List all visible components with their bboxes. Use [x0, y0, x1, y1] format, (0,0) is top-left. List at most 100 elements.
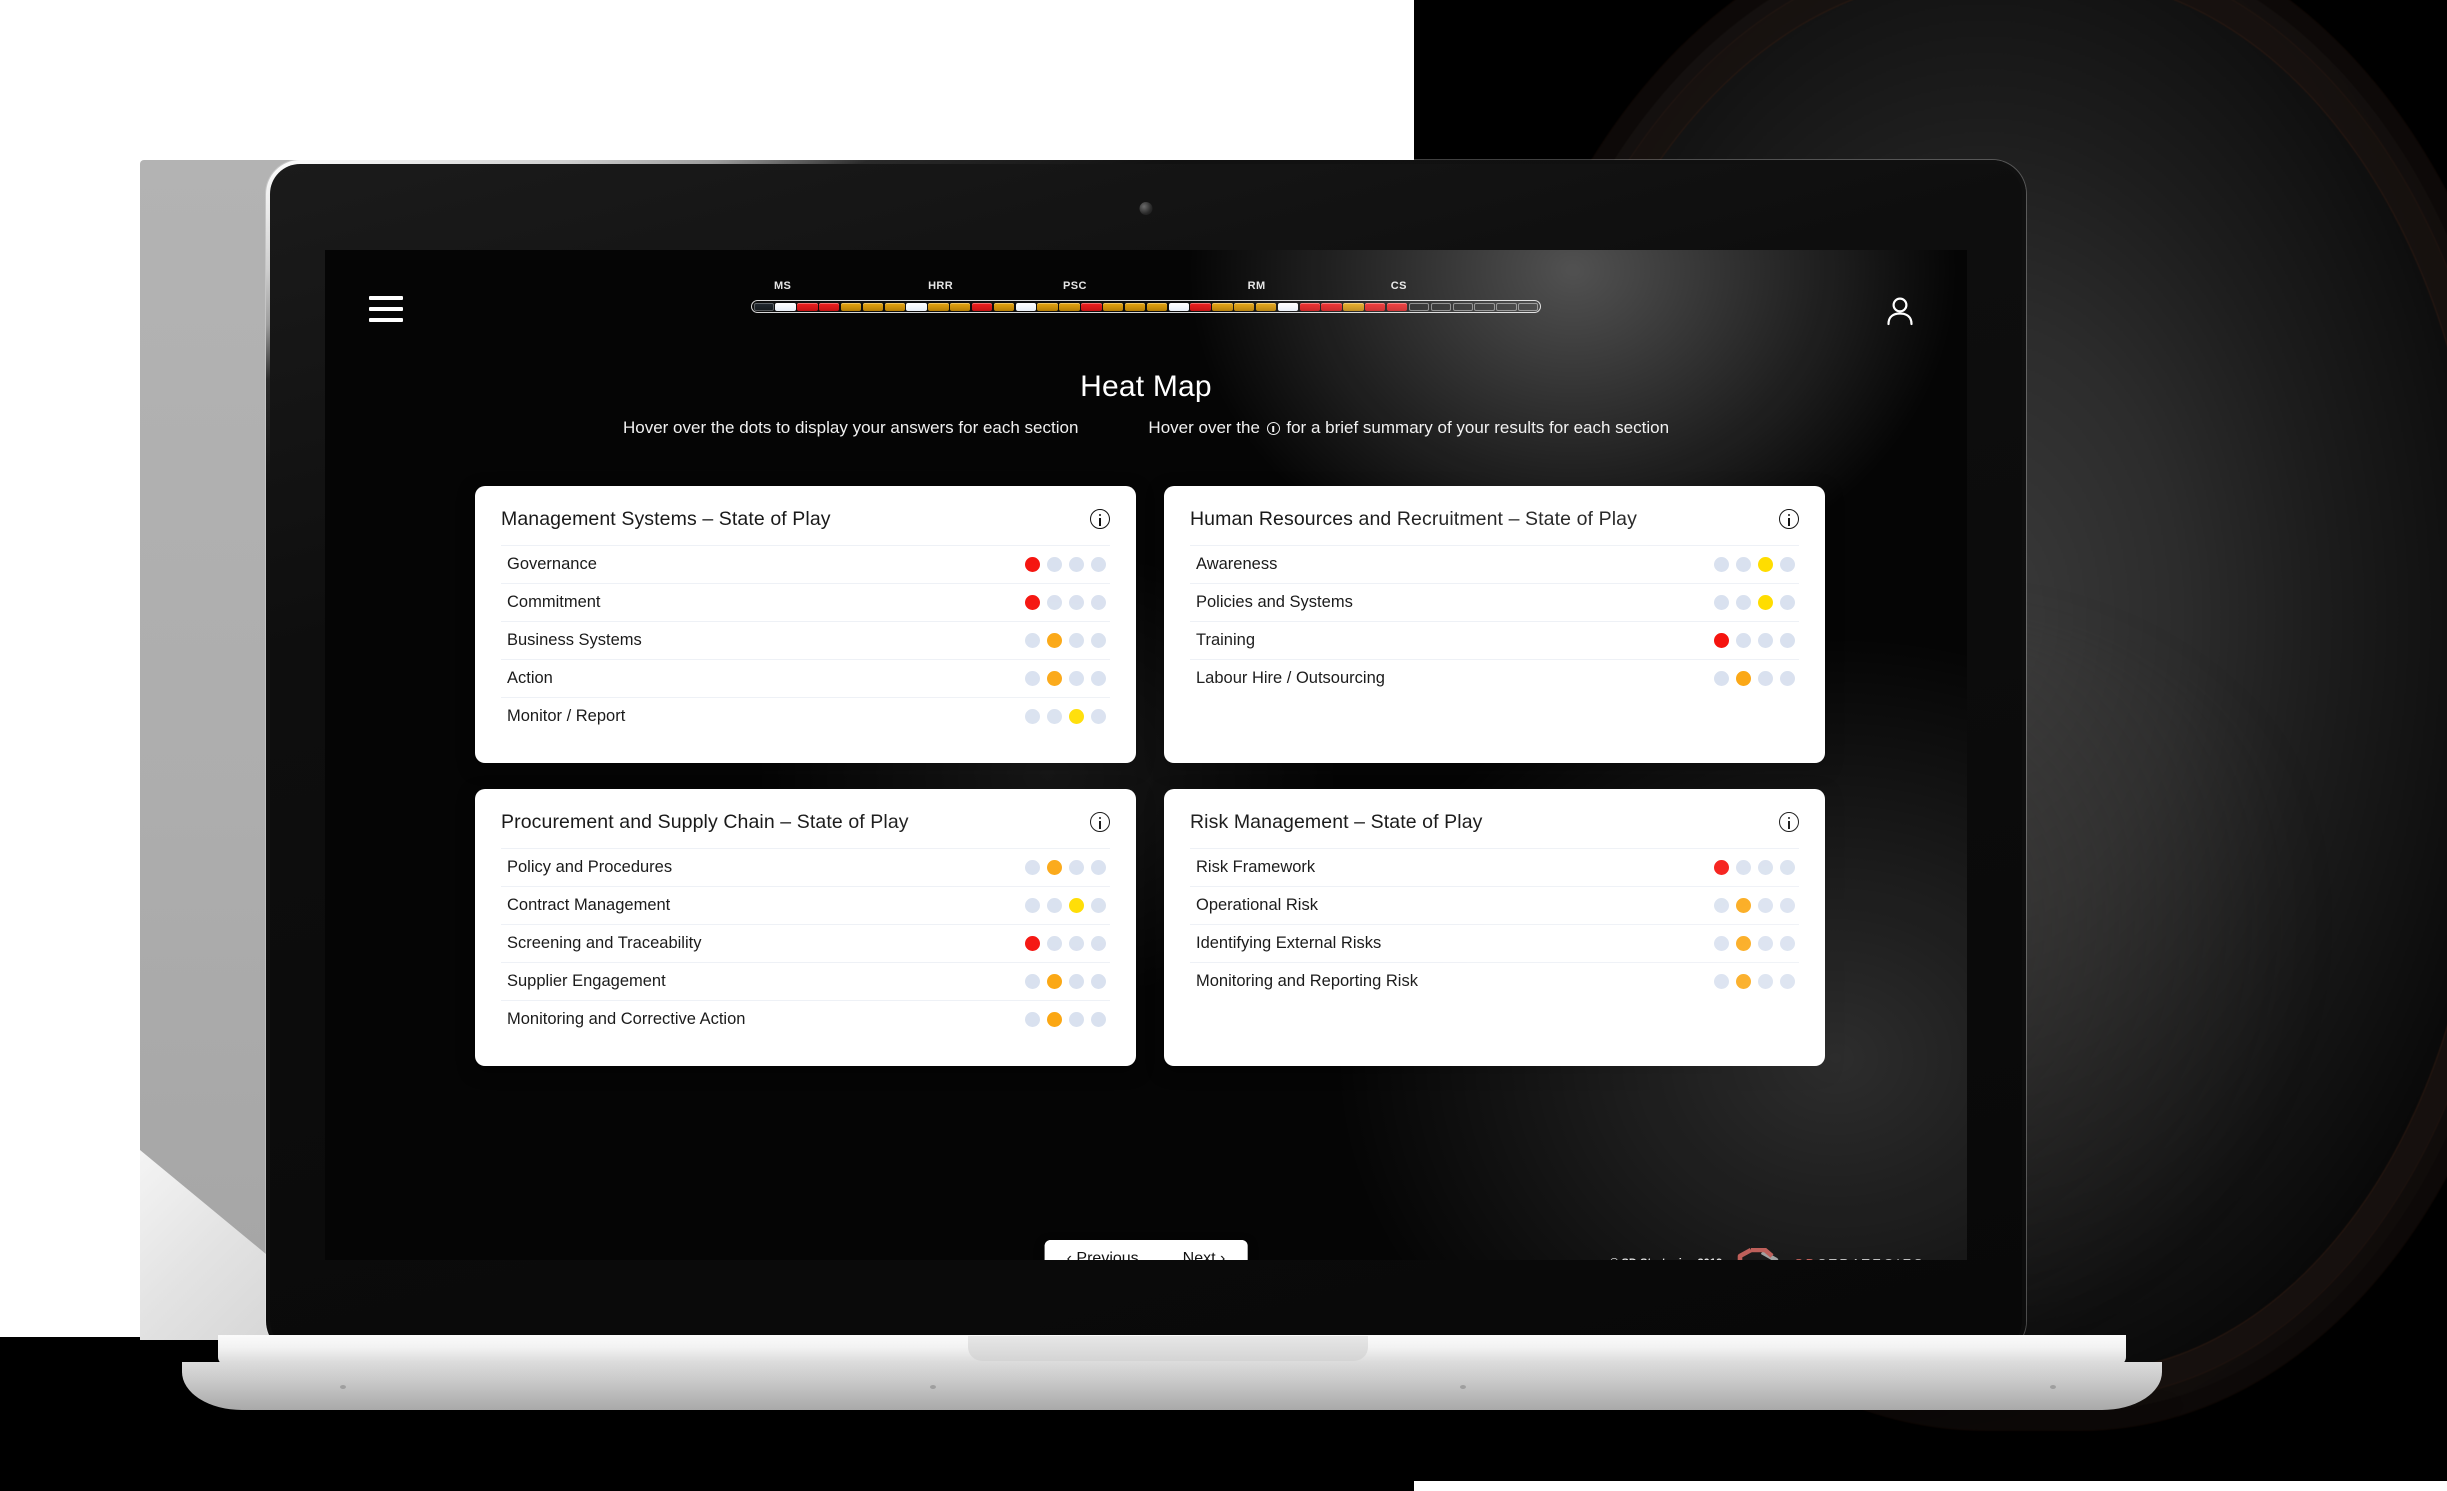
section-progress-bar[interactable]	[751, 300, 1541, 313]
rating-dot-empty[interactable]	[1780, 595, 1795, 610]
rating-dot-empty[interactable]	[1069, 974, 1084, 989]
rating-dot-orange[interactable]	[1736, 936, 1751, 951]
progress-segment[interactable]	[1103, 302, 1124, 311]
progress-segment[interactable]	[1452, 302, 1473, 311]
progress-segment[interactable]	[1234, 302, 1255, 311]
rating-dot-orange[interactable]	[1736, 898, 1751, 913]
rating-dot-empty[interactable]	[1091, 633, 1106, 648]
rating-dot-orange[interactable]	[1736, 974, 1751, 989]
progress-segment[interactable]	[1277, 302, 1299, 311]
rating-dot-empty[interactable]	[1025, 898, 1040, 913]
rating-dot-empty[interactable]	[1780, 898, 1795, 913]
progress-segment[interactable]	[753, 302, 774, 311]
rating-dot-empty[interactable]	[1736, 557, 1751, 572]
rating-dot-empty[interactable]	[1025, 709, 1040, 724]
rating-dot-empty[interactable]	[1025, 671, 1040, 686]
progress-segment[interactable]	[1496, 302, 1517, 311]
rating-dot-empty[interactable]	[1069, 633, 1084, 648]
rating-dot-orange[interactable]	[1736, 671, 1751, 686]
progress-segment[interactable]	[1321, 302, 1342, 311]
rating-dot-empty[interactable]	[1758, 671, 1773, 686]
rating-dot-empty[interactable]	[1091, 709, 1106, 724]
progress-segment[interactable]	[971, 302, 993, 311]
progress-segment[interactable]	[884, 302, 905, 311]
rating-dot-orange[interactable]	[1047, 633, 1062, 648]
progress-segment[interactable]	[1408, 302, 1430, 311]
progress-segment[interactable]	[1474, 302, 1495, 311]
progress-segment[interactable]	[1518, 302, 1539, 311]
rating-dot-yellow[interactable]	[1069, 898, 1084, 913]
rating-dot-empty[interactable]	[1047, 557, 1062, 572]
rating-dot-empty[interactable]	[1069, 860, 1084, 875]
rating-dot-empty[interactable]	[1758, 633, 1773, 648]
rating-dot-empty[interactable]	[1069, 936, 1084, 951]
rating-dot-empty[interactable]	[1069, 671, 1084, 686]
rating-dot-red[interactable]	[1025, 936, 1040, 951]
rating-dot-empty[interactable]	[1736, 860, 1751, 875]
rating-dot-empty[interactable]	[1758, 898, 1773, 913]
progress-segment[interactable]	[1255, 302, 1277, 311]
rating-dot-empty[interactable]	[1714, 595, 1729, 610]
info-circle-icon[interactable]	[1090, 812, 1110, 832]
rating-dot-empty[interactable]	[1714, 671, 1729, 686]
rating-dot-empty[interactable]	[1736, 595, 1751, 610]
rating-dot-empty[interactable]	[1091, 898, 1106, 913]
progress-segment[interactable]	[1343, 302, 1364, 311]
rating-dot-empty[interactable]	[1091, 671, 1106, 686]
next-button[interactable]: Next ›	[1160, 1240, 1248, 1260]
progress-segment[interactable]	[840, 302, 862, 311]
rating-dot-empty[interactable]	[1091, 974, 1106, 989]
progress-segment[interactable]	[1386, 302, 1408, 311]
rating-dot-empty[interactable]	[1025, 974, 1040, 989]
progress-segment[interactable]	[928, 302, 949, 311]
rating-dot-empty[interactable]	[1780, 557, 1795, 572]
rating-dot-empty[interactable]	[1047, 936, 1062, 951]
progress-segment[interactable]	[819, 302, 840, 311]
rating-dot-orange[interactable]	[1047, 671, 1062, 686]
rating-dot-empty[interactable]	[1091, 595, 1106, 610]
hamburger-menu-icon[interactable]	[369, 296, 403, 322]
rating-dot-red[interactable]	[1025, 557, 1040, 572]
progress-segment[interactable]	[993, 302, 1015, 311]
rating-dot-orange[interactable]	[1047, 974, 1062, 989]
rating-dot-empty[interactable]	[1758, 936, 1773, 951]
progress-segment[interactable]	[1365, 302, 1386, 311]
progress-segment[interactable]	[1299, 302, 1320, 311]
rating-dot-empty[interactable]	[1091, 936, 1106, 951]
rating-dot-empty[interactable]	[1025, 860, 1040, 875]
rating-dot-empty[interactable]	[1091, 557, 1106, 572]
rating-dot-empty[interactable]	[1047, 595, 1062, 610]
progress-segment[interactable]	[1146, 302, 1168, 311]
info-circle-icon[interactable]	[1090, 509, 1110, 529]
rating-dot-empty[interactable]	[1047, 709, 1062, 724]
progress-segment[interactable]	[1168, 302, 1189, 311]
rating-dot-red[interactable]	[1025, 595, 1040, 610]
progress-segment[interactable]	[1212, 302, 1233, 311]
progress-segment[interactable]	[1190, 302, 1211, 311]
rating-dot-empty[interactable]	[1714, 557, 1729, 572]
rating-dot-empty[interactable]	[1025, 1012, 1040, 1027]
rating-dot-yellow[interactable]	[1069, 709, 1084, 724]
rating-dot-empty[interactable]	[1780, 974, 1795, 989]
rating-dot-empty[interactable]	[1780, 860, 1795, 875]
progress-segment[interactable]	[1124, 302, 1146, 311]
rating-dot-empty[interactable]	[1025, 633, 1040, 648]
rating-dot-empty[interactable]	[1758, 974, 1773, 989]
progress-segment[interactable]	[1430, 302, 1451, 311]
rating-dot-empty[interactable]	[1091, 860, 1106, 875]
rating-dot-empty[interactable]	[1736, 633, 1751, 648]
previous-button[interactable]: ‹ Previous	[1044, 1240, 1161, 1260]
rating-dot-yellow[interactable]	[1758, 595, 1773, 610]
progress-segment[interactable]	[1015, 302, 1036, 311]
progress-segment[interactable]	[1081, 302, 1102, 311]
rating-dot-empty[interactable]	[1091, 1012, 1106, 1027]
progress-segment[interactable]	[1059, 302, 1080, 311]
rating-dot-empty[interactable]	[1780, 936, 1795, 951]
rating-dot-orange[interactable]	[1047, 1012, 1062, 1027]
rating-dot-empty[interactable]	[1714, 936, 1729, 951]
progress-segment[interactable]	[950, 302, 971, 311]
progress-segment[interactable]	[1037, 302, 1058, 311]
rating-dot-empty[interactable]	[1780, 633, 1795, 648]
rating-dot-red[interactable]	[1714, 633, 1729, 648]
rating-dot-empty[interactable]	[1069, 595, 1084, 610]
